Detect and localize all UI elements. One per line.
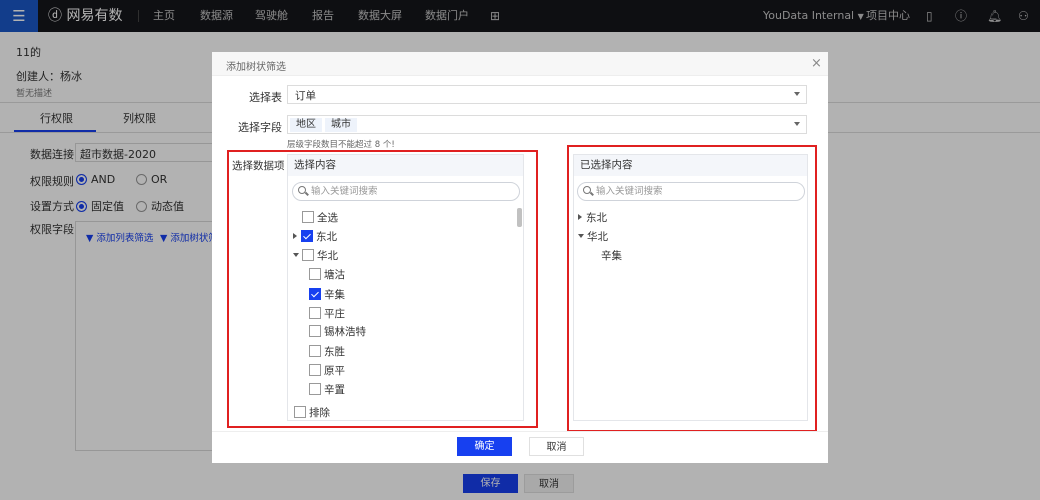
table-select-value: 订单: [295, 90, 316, 102]
item-label: 华北: [587, 231, 608, 243]
tree-filter-dialog: 添加树状筛选 × 选择表 订单 选择字段 地区 城市 层级字段数目不能超过 8 …: [212, 52, 828, 463]
table-select[interactable]: 订单: [287, 85, 807, 104]
checkbox-checked-icon[interactable]: [301, 230, 313, 242]
exclude-checkbox[interactable]: 排除: [294, 406, 330, 420]
checkbox-icon[interactable]: [302, 249, 314, 261]
item-label: 塘沽: [324, 269, 345, 281]
source-search-input[interactable]: 输入关键词搜索: [292, 182, 520, 201]
tree-leaf[interactable]: 平庄: [309, 307, 345, 321]
caret-down-icon[interactable]: [293, 253, 299, 257]
field-tag[interactable]: 地区: [290, 118, 322, 132]
checkbox-icon: [309, 345, 321, 357]
checkbox-checked-icon: [309, 288, 321, 300]
items-label: 选择数据项: [232, 160, 285, 172]
search-icon: [583, 186, 591, 194]
chevron-down-icon: [794, 122, 800, 126]
ok-button[interactable]: 确定: [457, 437, 512, 456]
tree-leaf[interactable]: 锡林浩特: [309, 325, 366, 339]
checkbox-icon: [309, 307, 321, 319]
field-label: 选择字段: [238, 121, 282, 134]
field-select[interactable]: 地区 城市: [287, 115, 807, 134]
source-panel: 选择内容 输入关键词搜索 全选 东北 华北 塘沽 辛集 平庄 锡林浩特 东胜 原…: [287, 154, 524, 421]
field-hint: 层级字段数目不能超过 8 个!: [287, 140, 395, 150]
selected-panel: 已选择内容 输入关键词搜索 东北 华北 辛集: [573, 154, 808, 421]
selected-panel-header: 已选择内容: [574, 155, 807, 176]
selected-search-input[interactable]: 输入关键词搜索: [577, 182, 805, 201]
select-all-checkbox[interactable]: 全选: [302, 211, 338, 225]
field-tag[interactable]: 城市: [325, 118, 357, 132]
search-icon: [298, 186, 306, 194]
checkbox-icon: [294, 406, 306, 418]
table-label: 选择表: [249, 91, 282, 104]
item-label: 全选: [317, 212, 338, 224]
caret-down-icon[interactable]: [578, 234, 584, 238]
item-label: 华北: [317, 250, 338, 262]
tree-node[interactable]: 华北: [293, 249, 338, 263]
item-label: 排除: [309, 407, 330, 419]
caret-right-icon[interactable]: [293, 233, 297, 239]
item-label: 东胜: [324, 346, 345, 358]
checkbox-icon: [302, 211, 314, 223]
search-placeholder: 输入关键词搜索: [596, 186, 663, 197]
item-label: 锡林浩特: [324, 326, 366, 338]
caret-right-icon[interactable]: [578, 214, 582, 220]
divider: [212, 431, 828, 432]
checkbox-icon: [309, 325, 321, 337]
item-label: 平庄: [324, 308, 345, 320]
item-label: 原平: [324, 365, 345, 377]
source-panel-header: 选择内容: [288, 155, 523, 176]
selected-tree-leaf[interactable]: 辛集: [601, 249, 622, 263]
tree-node[interactable]: 东北: [293, 230, 337, 244]
source-tree: 全选 东北 华北 塘沽 辛集 平庄 锡林浩特 东胜 原平 辛置: [288, 209, 513, 405]
item-label: 辛集: [324, 289, 345, 301]
tree-leaf[interactable]: 东胜: [309, 345, 345, 359]
cancel-button[interactable]: 取消: [529, 437, 584, 456]
tree-leaf[interactable]: 辛集: [309, 288, 345, 302]
selected-tree-node[interactable]: 华北: [578, 230, 608, 244]
checkbox-icon: [309, 364, 321, 376]
tree-leaf[interactable]: 辛置: [309, 383, 345, 397]
tree-leaf[interactable]: 塘沽: [309, 268, 345, 282]
item-label: 东北: [316, 231, 337, 243]
search-placeholder: 输入关键词搜索: [311, 186, 378, 197]
chevron-down-icon: [794, 92, 800, 96]
dialog-title: 添加树状筛选: [226, 62, 286, 73]
tree-leaf[interactable]: 原平: [309, 364, 345, 378]
item-label: 辛置: [324, 384, 345, 396]
checkbox-icon: [309, 268, 321, 280]
scrollbar[interactable]: [517, 208, 522, 227]
close-icon[interactable]: ×: [811, 56, 822, 71]
item-label: 东北: [586, 212, 607, 224]
checkbox-icon: [309, 383, 321, 395]
dialog-header: 添加树状筛选 ×: [212, 52, 828, 76]
selected-tree-node[interactable]: 东北: [578, 211, 607, 225]
